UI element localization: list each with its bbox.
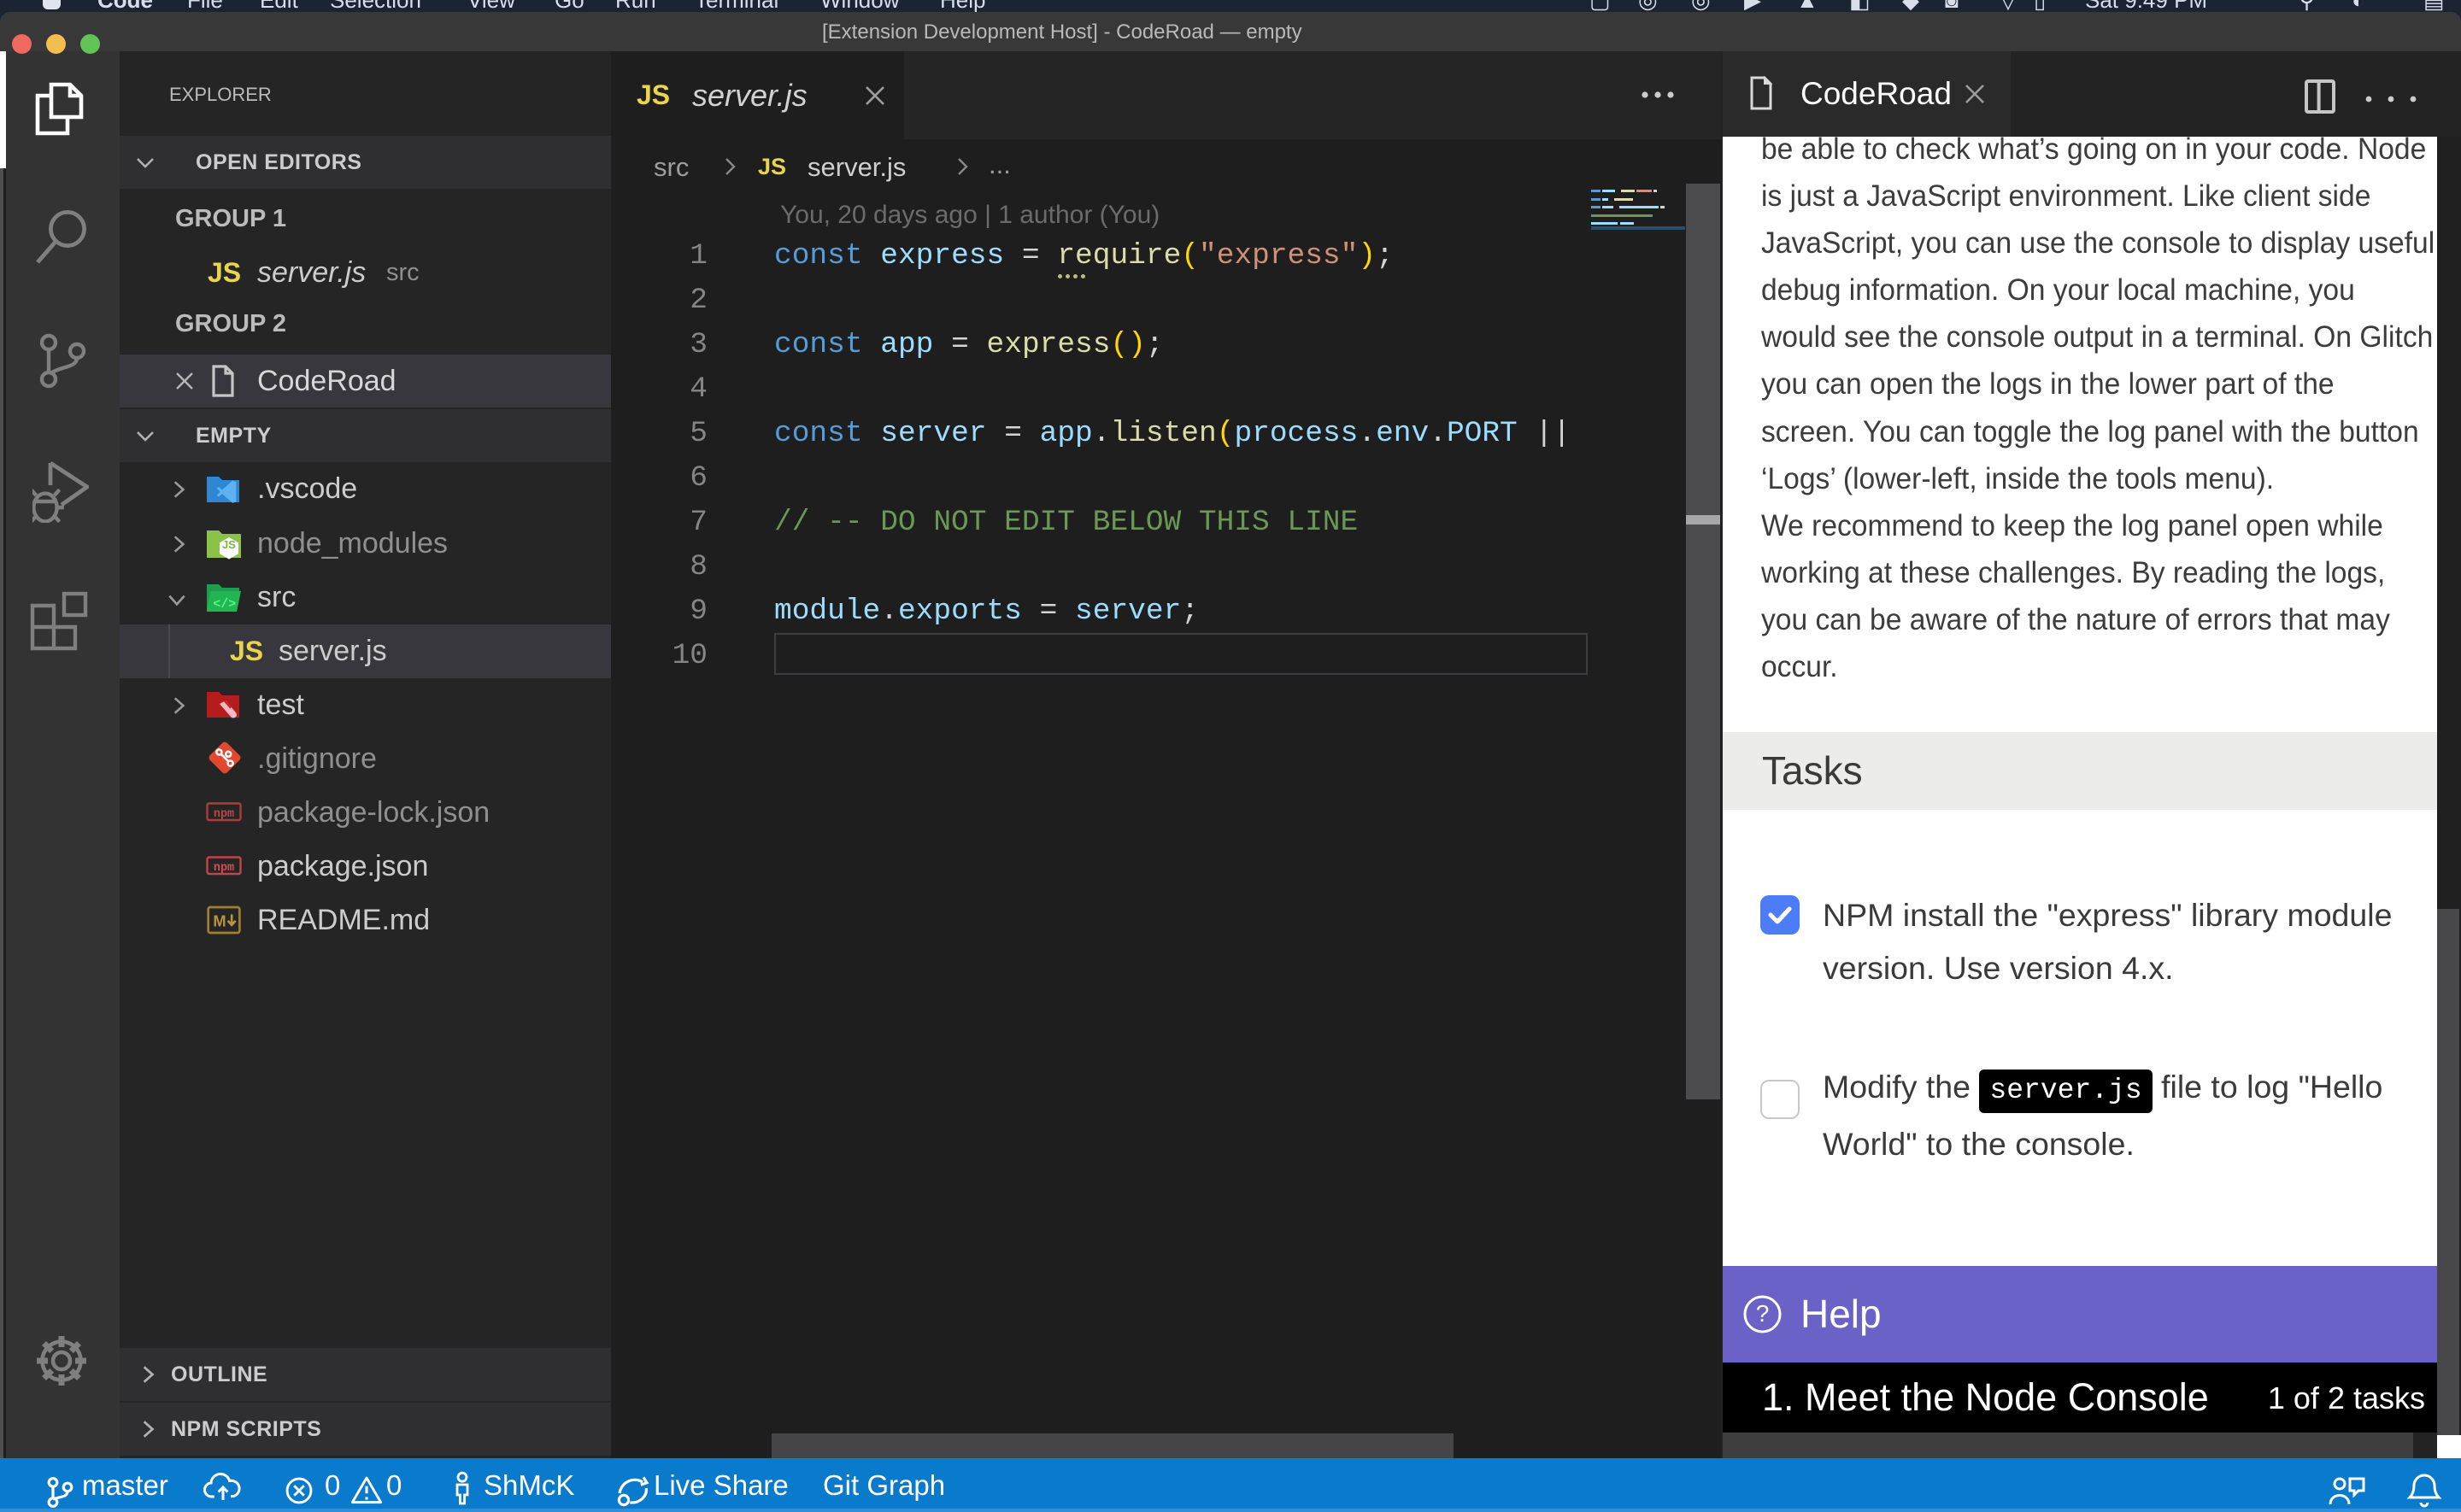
svg-text:</>: </>	[213, 597, 236, 612]
svg-text:npm: npm	[214, 808, 234, 821]
svg-text:npm: npm	[214, 862, 234, 875]
svg-text:JS: JS	[222, 538, 236, 551]
svg-text:M: M	[213, 912, 226, 930]
svg-text:?: ?	[1756, 1300, 1770, 1327]
